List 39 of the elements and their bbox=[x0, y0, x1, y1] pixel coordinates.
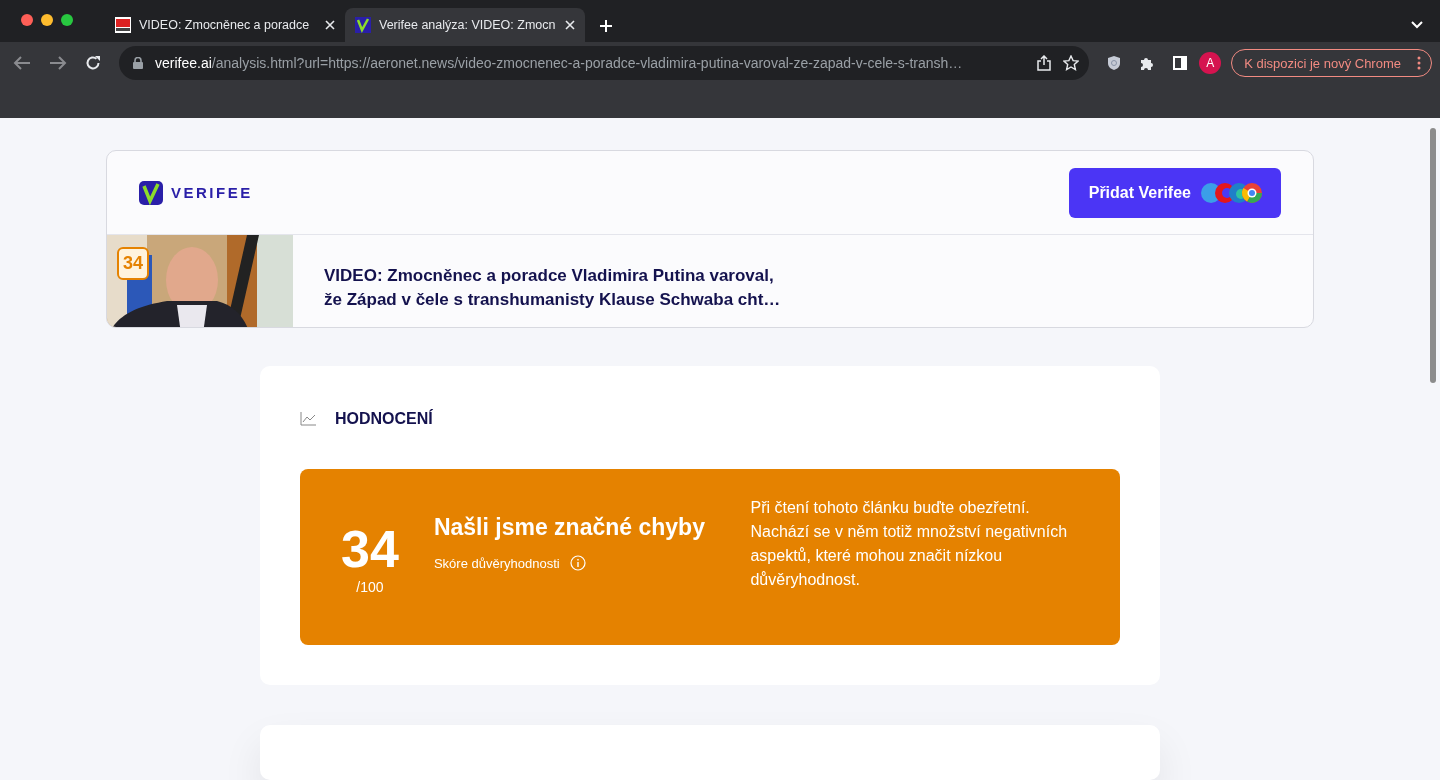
logo-icon bbox=[355, 17, 371, 33]
browser-logos-icon bbox=[1199, 180, 1263, 205]
close-icon[interactable] bbox=[325, 20, 335, 30]
add-extension-button[interactable]: Přidat Verifee bbox=[1068, 167, 1281, 218]
minimize-window-button[interactable] bbox=[41, 14, 53, 26]
maximize-window-button[interactable] bbox=[61, 14, 73, 26]
back-icon[interactable] bbox=[13, 55, 31, 71]
forward-icon[interactable] bbox=[49, 55, 67, 71]
score-max: /100 bbox=[356, 578, 384, 595]
scrollbar-thumb[interactable] bbox=[1430, 128, 1436, 383]
line-chart-icon bbox=[300, 411, 316, 426]
logo-text: VERIFEE bbox=[171, 184, 253, 201]
puzzle-icon[interactable] bbox=[1139, 55, 1156, 71]
score-badge: 34 bbox=[117, 247, 150, 280]
share-icon[interactable] bbox=[1037, 55, 1052, 71]
close-icon[interactable] bbox=[565, 20, 575, 30]
url-text: verifee.ai/analysis.html?url=https://aeronet.news/video-zmocnenec-a-poradce-vladimira-putina-varoval-ze-zapad-v-cele-s-transh… bbox=[155, 55, 964, 71]
browser-tab[interactable]: VIDEO: Zmocněnec a poradce bbox=[105, 8, 345, 42]
info-icon[interactable] bbox=[569, 555, 586, 572]
verdict-description: Při čtení tohoto článku buďte obezřetní. Nachází se v něm totiž množství negativních aspektů, které mohou značit nízkou důvěryhodnost. bbox=[750, 497, 1069, 590]
profile-avatar[interactable]: A bbox=[1199, 52, 1222, 74]
more-icon[interactable] bbox=[1417, 56, 1421, 70]
browser-tab[interactable]: Verifee analýza: VIDEO: Zmocn bbox=[345, 8, 585, 42]
new-tab-button[interactable] bbox=[599, 19, 613, 33]
chevron-down-icon[interactable] bbox=[1411, 21, 1423, 29]
close-window-button[interactable] bbox=[21, 14, 33, 26]
verdict-title: Našli jsme značné chyby bbox=[433, 514, 706, 542]
address-bar[interactable]: verifee.ai/analysis.html?url=https://aeronet.news/video-zmocnenec-a-poradce-vladimira-putina-varoval-ze-zapad-v-cele-s-transh… bbox=[119, 46, 1090, 80]
section-heading: HODNOCENÍ bbox=[335, 409, 433, 428]
lock-icon bbox=[133, 57, 143, 69]
shield-icon[interactable] bbox=[1107, 55, 1122, 71]
logo-icon bbox=[139, 180, 163, 205]
score-label: Skóre důvěryhodnosti bbox=[433, 555, 560, 571]
reload-icon[interactable] bbox=[85, 55, 101, 71]
score-value: 34 bbox=[341, 522, 399, 575]
star-icon[interactable] bbox=[1063, 55, 1080, 71]
article-title[interactable]: VIDEO: Zmocněnec a poradce Vladimira Putina varoval, že Západ v čele s transhumanisty Klause Schwaba cht… bbox=[324, 264, 781, 312]
side-panel-icon[interactable] bbox=[1173, 56, 1188, 70]
site-icon bbox=[115, 17, 131, 33]
